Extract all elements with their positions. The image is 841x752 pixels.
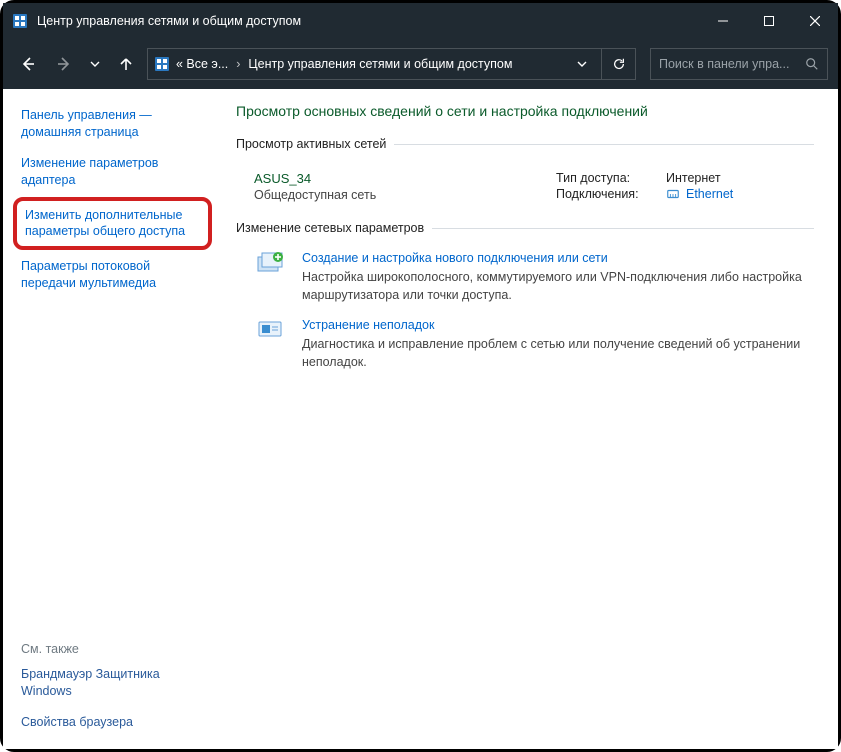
- sidebar-link-advanced-highlight: Изменить дополнительные параметры общего…: [13, 197, 212, 251]
- active-network: ASUS_34 Общедоступная сеть Тип доступа: …: [236, 157, 814, 221]
- troubleshoot-icon: [254, 318, 288, 346]
- app-icon: [11, 12, 29, 30]
- search-icon: [805, 57, 819, 71]
- titlebar: Центр управления сетями и общим доступом: [3, 3, 838, 39]
- content: Панель управления — домашняя страница Из…: [3, 89, 838, 749]
- back-button[interactable]: [13, 49, 43, 79]
- change-settings-label: Изменение сетевых параметров: [236, 221, 814, 235]
- breadcrumb-2[interactable]: Центр управления сетями и общим доступом: [248, 57, 512, 71]
- sidebar-link-browser[interactable]: Свойства браузера: [21, 714, 204, 731]
- sidebar: Панель управления — домашняя страница Из…: [3, 89, 218, 749]
- forward-button[interactable]: [49, 49, 79, 79]
- refresh-button[interactable]: [602, 48, 636, 80]
- up-button[interactable]: [111, 49, 141, 79]
- task-new-connection-desc: Настройка широкополосного, коммутируемог…: [302, 269, 808, 304]
- active-networks-label: Просмотр активных сетей: [236, 137, 814, 151]
- address-bar[interactable]: « Все э... › Центр управления сетями и о…: [147, 48, 602, 80]
- task-troubleshoot-link[interactable]: Устранение неполадок: [302, 318, 808, 332]
- page-heading: Просмотр основных сведений о сети и наст…: [236, 103, 814, 119]
- window-title: Центр управления сетями и общим доступом: [37, 14, 700, 28]
- task-new-connection-link[interactable]: Создание и настройка нового подключения …: [302, 251, 808, 265]
- chevron-right-icon[interactable]: ›: [234, 57, 242, 71]
- ethernet-icon: [666, 187, 680, 201]
- search-box[interactable]: Поиск в панели упра...: [650, 48, 828, 80]
- access-type-label: Тип доступа:: [556, 171, 666, 185]
- see-also-label: См. также: [21, 642, 204, 656]
- sidebar-link-advanced[interactable]: Изменить дополнительные параметры общего…: [25, 207, 200, 241]
- new-connection-icon: [254, 251, 288, 279]
- access-type-value: Интернет: [666, 171, 721, 185]
- connections-label: Подключения:: [556, 187, 666, 201]
- breadcrumb-1[interactable]: « Все э...: [176, 57, 228, 71]
- sidebar-link-home[interactable]: Панель управления — домашняя страница: [21, 107, 204, 141]
- task-new-connection: Создание и настройка нового подключения …: [236, 241, 814, 308]
- maximize-button[interactable]: [746, 3, 792, 39]
- address-icon: [154, 56, 170, 72]
- address-dropdown[interactable]: [569, 59, 595, 69]
- main-panel: Просмотр основных сведений о сети и наст…: [218, 89, 838, 749]
- network-name: ASUS_34: [254, 171, 556, 186]
- sidebar-link-streaming[interactable]: Параметры потоковой передачи мультимедиа: [21, 258, 204, 292]
- sidebar-link-firewall[interactable]: Брандмауэр Защитника Windows: [21, 666, 204, 700]
- search-placeholder: Поиск в панели упра...: [659, 57, 805, 71]
- task-troubleshoot-desc: Диагностика и исправление проблем с сеть…: [302, 336, 808, 371]
- connections-link[interactable]: Ethernet: [666, 187, 733, 201]
- sidebar-link-adapter[interactable]: Изменение параметров адаптера: [21, 155, 204, 189]
- minimize-button[interactable]: [700, 3, 746, 39]
- history-dropdown[interactable]: [85, 49, 105, 79]
- close-button[interactable]: [792, 3, 838, 39]
- network-type: Общедоступная сеть: [254, 188, 556, 202]
- navbar: « Все э... › Центр управления сетями и о…: [3, 39, 838, 89]
- task-troubleshoot: Устранение неполадок Диагностика и испра…: [236, 308, 814, 375]
